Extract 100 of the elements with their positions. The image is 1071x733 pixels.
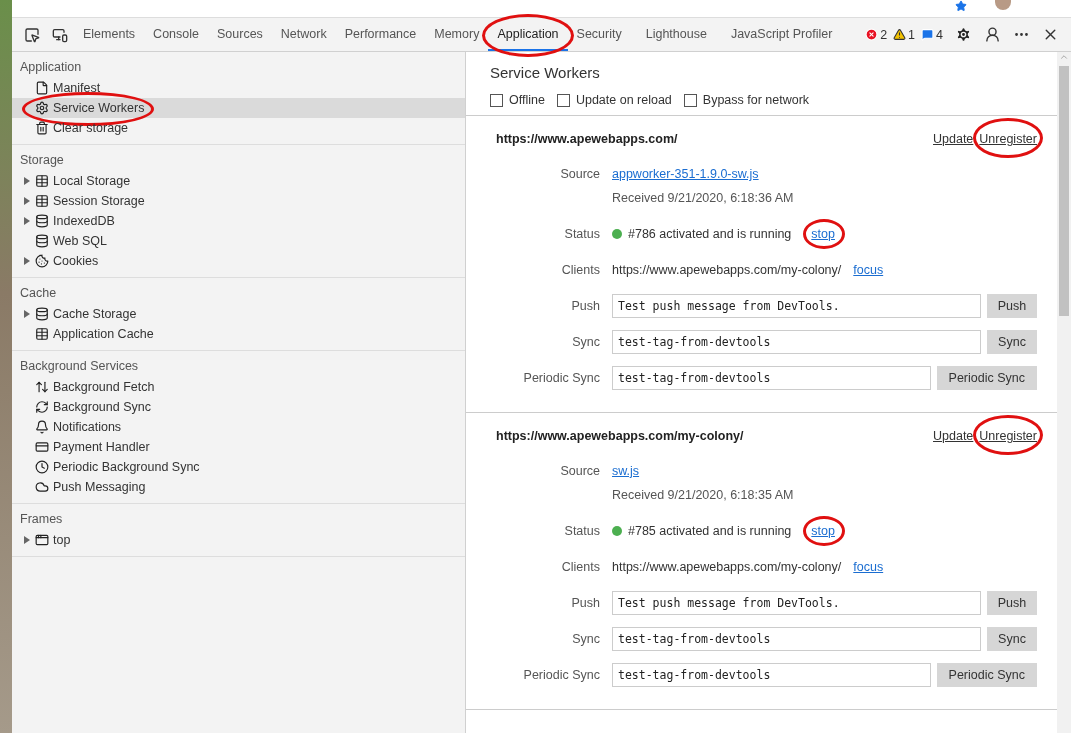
counter: 2 bbox=[880, 27, 888, 42]
send-button[interactable]: Push bbox=[987, 591, 1037, 615]
action-link[interactable]: Unregister bbox=[979, 132, 1037, 146]
sidebar-item[interactable]: Notifications bbox=[12, 417, 465, 437]
status-text: #786 activated and is running bbox=[628, 227, 792, 241]
tab[interactable]: Sources bbox=[208, 18, 272, 51]
sidebar-item[interactable]: Push Messaging bbox=[12, 477, 465, 497]
tab[interactable]: Application bbox=[488, 18, 568, 51]
action-link[interactable]: Update bbox=[933, 429, 974, 443]
star-icon bbox=[955, 0, 967, 12]
item-icon bbox=[35, 214, 49, 228]
sidebar-item[interactable]: top bbox=[12, 530, 465, 550]
sidebar-item[interactable]: Cache Storage bbox=[12, 304, 465, 324]
focus-link[interactable]: focus bbox=[853, 560, 884, 574]
section-title: Frames bbox=[19, 512, 64, 528]
checkbox[interactable] bbox=[556, 93, 570, 107]
input-field[interactable]: Test push message from DevTools. bbox=[612, 294, 981, 318]
row-label: Periodic Sync bbox=[522, 668, 600, 682]
row-label: Push bbox=[570, 596, 600, 610]
item-icon bbox=[35, 307, 49, 321]
tab[interactable]: Security bbox=[567, 18, 631, 51]
panel-title: Service Workers bbox=[490, 64, 601, 81]
worker-scope: https://www.apewebapps.com/ bbox=[496, 132, 678, 146]
send-button[interactable]: Periodic Sync bbox=[936, 366, 1037, 390]
input-field[interactable]: test-tag-from-devtools bbox=[612, 627, 981, 651]
message-icon bbox=[921, 28, 935, 41]
item-icon bbox=[35, 480, 49, 494]
item-icon bbox=[35, 234, 49, 248]
received-time: Received 9/21/2020, 6:18:35 AM bbox=[612, 488, 794, 502]
input-field[interactable]: test-tag-from-devtools bbox=[612, 366, 931, 390]
section-title: Background Services bbox=[19, 359, 140, 375]
checkbox-label: Bypass for network bbox=[702, 93, 810, 107]
tab[interactable]: Performance bbox=[335, 18, 426, 51]
source-link[interactable]: appworker-351-1.9.0-sw.js bbox=[612, 167, 759, 181]
sidebar-item[interactable]: Service Workers bbox=[12, 98, 465, 118]
sidebar-item[interactable]: Periodic Background Sync bbox=[12, 457, 465, 477]
item-icon bbox=[35, 533, 49, 547]
item-icon bbox=[35, 380, 49, 394]
input-field[interactable]: Test push message from DevTools. bbox=[612, 591, 981, 615]
expand-arrow-icon bbox=[24, 197, 30, 205]
checkbox[interactable] bbox=[490, 93, 503, 107]
tab[interactable]: Lighthouse bbox=[636, 18, 716, 51]
sidebar-item[interactable]: Local Storage bbox=[12, 171, 465, 191]
warning-icon bbox=[893, 28, 907, 41]
checkbox[interactable] bbox=[683, 93, 697, 107]
send-button[interactable]: Periodic Sync bbox=[936, 663, 1037, 687]
tab[interactable]: JavaScript Profiler bbox=[721, 18, 842, 51]
send-button[interactable]: Push bbox=[987, 294, 1037, 318]
item-icon bbox=[35, 174, 49, 188]
sidebar-item[interactable]: Background Sync bbox=[12, 397, 465, 417]
tab[interactable]: Memory bbox=[425, 18, 489, 51]
item-icon bbox=[35, 194, 49, 208]
row-label: Clients bbox=[560, 263, 600, 277]
item-icon bbox=[35, 420, 49, 434]
sidebar-item[interactable]: Web SQL bbox=[12, 231, 465, 251]
row-label: Sync bbox=[571, 335, 600, 349]
avatar bbox=[995, 0, 1011, 10]
send-button[interactable]: Sync bbox=[987, 627, 1037, 651]
worker-scope: https://www.apewebapps.com/my-colony/ bbox=[496, 429, 744, 443]
expand-arrow-icon bbox=[24, 177, 30, 185]
sidebar-item[interactable]: Background Fetch bbox=[12, 377, 465, 397]
row-label: Periodic Sync bbox=[522, 371, 600, 385]
focus-link[interactable]: focus bbox=[853, 263, 884, 277]
section-title: Cache bbox=[19, 286, 58, 302]
expand-arrow-icon bbox=[24, 310, 30, 318]
checkbox-label: Update on reload bbox=[575, 93, 672, 107]
action-link[interactable]: Unregister bbox=[979, 429, 1037, 443]
stop-link[interactable]: stop bbox=[811, 524, 835, 538]
item-icon bbox=[35, 400, 49, 414]
sidebar-item[interactable]: Clear storage bbox=[12, 118, 465, 138]
sidebar-item[interactable]: Cookies bbox=[12, 251, 465, 271]
stop-link[interactable]: stop bbox=[811, 227, 835, 241]
section-title: Application bbox=[19, 60, 83, 76]
expand-arrow-icon bbox=[24, 536, 30, 544]
item-icon bbox=[35, 121, 49, 135]
send-button[interactable]: Sync bbox=[987, 330, 1037, 354]
input-field[interactable]: test-tag-from-devtools bbox=[612, 663, 931, 687]
section-title: Storage bbox=[19, 153, 65, 169]
item-icon bbox=[35, 460, 49, 474]
item-icon bbox=[35, 81, 49, 95]
received-time: Received 9/21/2020, 6:18:36 AM bbox=[612, 191, 794, 205]
sidebar-item[interactable]: Payment Handler bbox=[12, 437, 465, 457]
tab[interactable]: Console bbox=[144, 18, 208, 51]
client-url: https://www.apewebapps.com/my-colony/ bbox=[612, 263, 842, 277]
source-link[interactable]: sw.js bbox=[612, 464, 640, 478]
tab[interactable]: Elements bbox=[74, 18, 145, 51]
sidebar-item[interactable]: Manifest bbox=[12, 78, 465, 98]
item-icon bbox=[35, 440, 49, 454]
sidebar-item[interactable]: Application Cache bbox=[12, 324, 465, 344]
action-link[interactable]: Update bbox=[933, 132, 974, 146]
row-label: Clients bbox=[560, 560, 600, 574]
sidebar-item[interactable]: IndexedDB bbox=[12, 211, 465, 231]
status-text: #785 activated and is running bbox=[628, 524, 792, 538]
client-url: https://www.apewebapps.com/my-colony/ bbox=[612, 560, 842, 574]
tab[interactable]: Network bbox=[271, 18, 336, 51]
expand-arrow-icon bbox=[24, 217, 30, 225]
input-field[interactable]: test-tag-from-devtools bbox=[612, 330, 981, 354]
counter: 4 bbox=[936, 27, 943, 42]
row-label: Source bbox=[559, 167, 600, 181]
sidebar-item[interactable]: Session Storage bbox=[12, 191, 465, 211]
